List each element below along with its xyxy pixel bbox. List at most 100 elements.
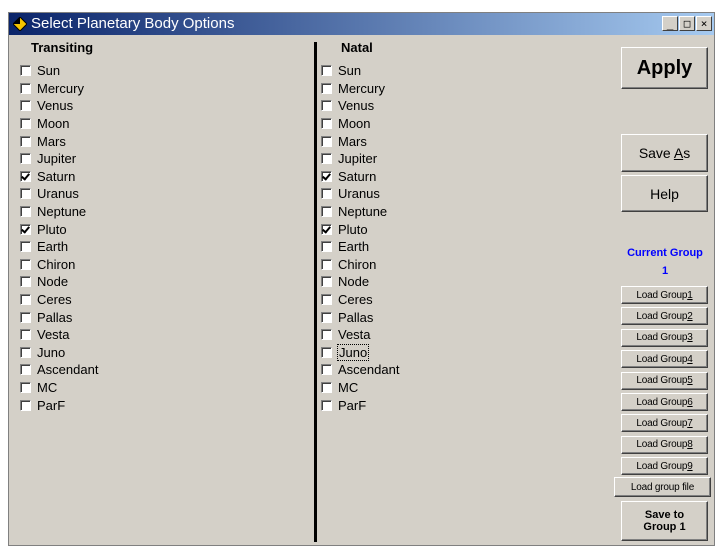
natal-checkbox-pluto[interactable]: Pluto [321,220,399,238]
checkbox-box[interactable] [20,346,31,358]
natal-checkbox-uranus[interactable]: Uranus [321,185,399,203]
checkbox-box[interactable] [321,118,332,130]
column-divider [314,42,317,542]
transiting-checkbox-parf[interactable]: ParF [20,396,98,414]
transiting-checkbox-juno[interactable]: Juno [20,344,98,362]
title-bar[interactable]: Select Planetary Body Options _ □ × [9,13,714,35]
checkbox-box[interactable] [20,399,31,411]
save-as-button[interactable]: Save As [621,134,708,172]
natal-checkbox-pallas[interactable]: Pallas [321,308,399,326]
transiting-checkbox-sun[interactable]: Sun [20,62,98,80]
checkbox-box[interactable] [321,223,332,235]
natal-checkbox-vesta[interactable]: Vesta [321,326,399,344]
natal-checkbox-sun[interactable]: Sun [321,62,399,80]
apply-button[interactable]: Apply [621,47,708,89]
checkbox-box[interactable] [20,364,31,376]
transiting-checkbox-venus[interactable]: Venus [20,97,98,115]
load-group-7-button[interactable]: Load Group 7 [621,414,708,433]
transiting-checkbox-uranus[interactable]: Uranus [20,185,98,203]
transiting-checkbox-mars[interactable]: Mars [20,132,98,150]
checkbox-box[interactable] [321,364,332,376]
natal-checkbox-venus[interactable]: Venus [321,97,399,115]
transiting-checkbox-chiron[interactable]: Chiron [20,256,98,274]
natal-checkbox-mc[interactable]: MC [321,379,399,397]
checkbox-box[interactable] [20,153,31,165]
checkbox-box[interactable] [321,329,332,341]
natal-checkbox-neptune[interactable]: Neptune [321,203,399,221]
checkbox-box[interactable] [321,294,332,306]
load-group-file-button[interactable]: Load group file [614,477,711,497]
natal-checkbox-chiron[interactable]: Chiron [321,256,399,274]
checkbox-box[interactable] [20,276,31,288]
checkbox-box[interactable] [20,100,31,112]
checkbox-box[interactable] [321,241,332,253]
natal-checkbox-earth[interactable]: Earth [321,238,399,256]
natal-checkbox-node[interactable]: Node [321,273,399,291]
natal-checkbox-juno[interactable]: Juno [321,343,399,362]
natal-checkbox-ceres[interactable]: Ceres [321,291,399,309]
checkbox-box[interactable] [321,381,332,393]
close-button[interactable]: × [696,16,712,31]
transiting-checkbox-neptune[interactable]: Neptune [20,203,98,221]
checkbox-box[interactable] [321,188,332,200]
checkbox-box[interactable] [321,258,332,270]
checkbox-box[interactable] [20,241,31,253]
checkbox-label: Pallas [338,309,374,325]
maximize-button[interactable]: □ [679,16,695,31]
checkbox-box[interactable] [20,381,31,393]
transiting-checkbox-ascendant[interactable]: Ascendant [20,361,98,379]
checkbox-box[interactable] [321,311,332,323]
checkbox-box[interactable] [20,329,31,341]
checkbox-box[interactable] [20,223,31,235]
checkbox-box[interactable] [321,170,332,182]
checkbox-box[interactable] [20,170,31,182]
natal-checkbox-mercury[interactable]: Mercury [321,80,399,98]
transiting-checkbox-pluto[interactable]: Pluto [20,220,98,238]
load-group-5-button[interactable]: Load Group 5 [621,371,708,390]
load-group-6-button[interactable]: Load Group 6 [621,393,708,411]
transiting-checkbox-ceres[interactable]: Ceres [20,291,98,309]
transiting-checkbox-saturn[interactable]: Saturn [20,168,98,186]
checkbox-box[interactable] [20,311,31,323]
checkbox-box[interactable] [20,294,31,306]
natal-checkbox-moon[interactable]: Moon [321,115,399,133]
checkbox-box[interactable] [321,206,332,218]
checkbox-box[interactable] [20,135,31,147]
natal-checkbox-saturn[interactable]: Saturn [321,168,399,186]
checkbox-box[interactable] [20,206,31,218]
load-group-9-button[interactable]: Load Group 9 [621,457,708,476]
transiting-checkbox-pallas[interactable]: Pallas [20,308,98,326]
checkbox-box[interactable] [321,65,332,77]
natal-checkbox-jupiter[interactable]: Jupiter [321,150,399,168]
checkbox-box[interactable] [20,188,31,200]
natal-checkbox-mars[interactable]: Mars [321,132,399,150]
natal-checkbox-parf[interactable]: ParF [321,396,399,414]
transiting-checkbox-moon[interactable]: Moon [20,115,98,133]
transiting-checkbox-earth[interactable]: Earth [20,238,98,256]
checkbox-box[interactable] [20,118,31,130]
transiting-checkbox-vesta[interactable]: Vesta [20,326,98,344]
checkbox-box[interactable] [20,65,31,77]
help-button[interactable]: Help [621,175,708,212]
checkbox-box[interactable] [321,276,332,288]
load-group-4-button[interactable]: Load Group 4 [621,350,708,369]
load-group-3-button[interactable]: Load Group 3 [621,328,708,347]
checkbox-box[interactable] [321,399,332,411]
load-group-2-button[interactable]: Load Group 2 [621,307,708,326]
checkbox-box[interactable] [20,258,31,270]
save-to-group-button[interactable]: Save to Group 1 [621,501,708,541]
transiting-checkbox-mercury[interactable]: Mercury [20,80,98,98]
checkbox-box[interactable] [321,153,332,165]
natal-checkbox-ascendant[interactable]: Ascendant [321,361,399,379]
transiting-checkbox-node[interactable]: Node [20,273,98,291]
minimize-button[interactable]: _ [662,16,678,31]
checkbox-box[interactable] [321,346,332,358]
checkbox-box[interactable] [20,82,31,94]
transiting-checkbox-mc[interactable]: MC [20,379,98,397]
transiting-checkbox-jupiter[interactable]: Jupiter [20,150,98,168]
checkbox-box[interactable] [321,82,332,94]
checkbox-box[interactable] [321,100,332,112]
load-group-1-button[interactable]: Load Group 1 [621,286,708,304]
checkbox-box[interactable] [321,135,332,147]
load-group-8-button[interactable]: Load Group 8 [621,435,708,454]
